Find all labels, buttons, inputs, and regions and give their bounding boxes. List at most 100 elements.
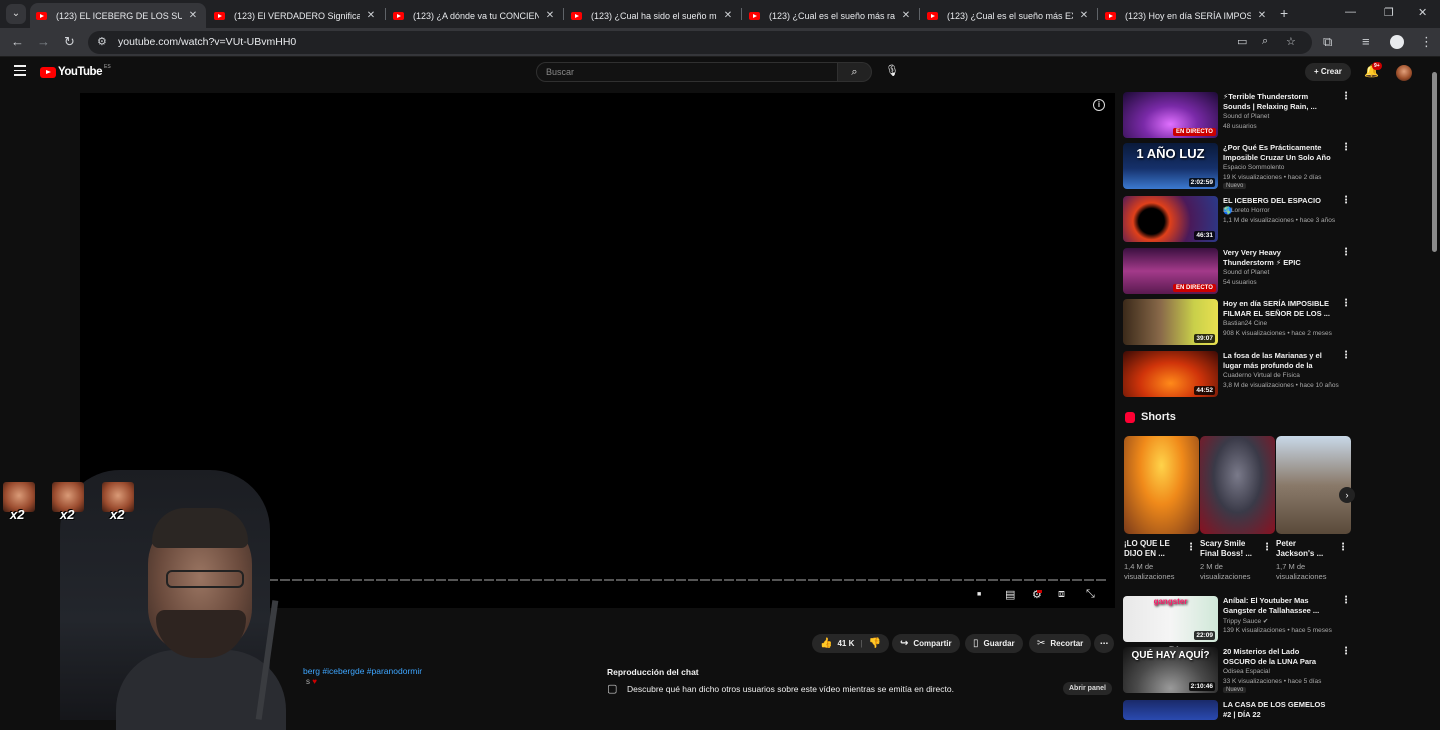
restore-icon[interactable]: ❐	[1384, 6, 1394, 19]
tab-close-icon[interactable]: ✕	[186, 10, 200, 21]
share-button[interactable]: ↪ Compartir	[892, 634, 960, 653]
tab-conciencia[interactable]: (123) ¿A dónde va tu CONCIEN ✕	[387, 3, 563, 28]
search-button[interactable]: ⌕	[838, 62, 872, 82]
short-title[interactable]: Peter Jackson's ...	[1276, 539, 1336, 559]
video-title[interactable]: Hoy en día SERÍA IMPOSIBLE FILMAR EL SEÑ…	[1223, 299, 1331, 319]
recommendation-item[interactable]: LA CASA DE LOS GEMELOS #2 | DÍA 22	[1123, 700, 1338, 720]
tab-close-icon[interactable]: ✕	[721, 10, 735, 21]
miniplayer-icon[interactable]: ⧈	[1058, 588, 1065, 601]
shorts-next-chevron-icon[interactable]: ›	[1339, 487, 1355, 503]
window-close-icon[interactable]: ✕	[1418, 6, 1427, 19]
tab-close-icon[interactable]: ✕	[1255, 10, 1269, 21]
tab-sueno-ex[interactable]: (123) ¿Cual es el sueño más EX ✕	[921, 3, 1097, 28]
save-button[interactable]: ▯ Guardar	[965, 634, 1023, 653]
recommendation-item[interactable]: gangster 22:09 Aníbal: El Youtuber Mas G…	[1123, 596, 1351, 644]
url-text[interactable]: youtube.com/watch?v=VUt-UBvmHH0	[118, 36, 296, 48]
more-options-icon[interactable]: ⋮	[1341, 196, 1351, 206]
browser-menu-icon[interactable]: ⋮	[1420, 34, 1433, 50]
tab-sueno-m[interactable]: (123) ¿Cual ha sido el sueño m ✕	[565, 3, 741, 28]
channel-name[interactable]: Odisea Espacial	[1223, 668, 1270, 675]
cast-icon[interactable]: ▭	[1237, 35, 1247, 48]
new-badge: Nuevo	[1223, 183, 1247, 189]
search-input[interactable]: Buscar	[536, 62, 838, 82]
clip-button[interactable]: ✂ Recortar	[1029, 634, 1092, 653]
fullscreen-icon[interactable]: ⤡	[1086, 588, 1095, 601]
channel-name[interactable]: Trippy Sauce ✔	[1223, 617, 1268, 625]
video-thumbnail[interactable]	[1123, 700, 1218, 720]
more-options-icon[interactable]: ⋮	[1341, 248, 1351, 258]
short-thumbnail[interactable]	[1124, 436, 1199, 534]
video-title[interactable]: Aníbal: El Youtuber Mas Gangster de Tall…	[1223, 596, 1331, 616]
tab-close-icon[interactable]: ✕	[1077, 10, 1091, 21]
new-tab-plus-icon[interactable]: +	[1280, 5, 1288, 21]
recommendation-item[interactable]: EN DIRECTO ⚡Terrible Thunderstorm Sounds…	[1123, 92, 1351, 140]
forward-arrow-icon[interactable]: →	[37, 34, 50, 49]
video-title[interactable]: LA CASA DE LOS GEMELOS #2 | DÍA 22	[1223, 700, 1331, 720]
recommendation-item[interactable]: EN DIRECTO Very Very Heavy Thunderstorm …	[1123, 248, 1351, 296]
channel-name[interactable]: Sound of Planet	[1223, 113, 1269, 120]
profile-icon[interactable]	[1390, 35, 1404, 49]
more-options-icon[interactable]: ⋮	[1262, 542, 1272, 553]
tab-sueno-raro[interactable]: (123) ¿Cual es el sueño más rar ✕	[743, 3, 919, 28]
extensions-puzzle-icon[interactable]: ⧉	[1323, 34, 1332, 50]
short-thumbnail[interactable]	[1200, 436, 1275, 534]
subtitles-icon[interactable]: ▤	[1005, 588, 1015, 601]
recommendation-item[interactable]: QUÉ HAY AQUÍ? 2:10:46 20 Misterios del L…	[1123, 647, 1351, 695]
zoom-icon[interactable]: ⌕	[1262, 35, 1268, 48]
description-hashtags[interactable]: berg #icebergde #paranodormir	[303, 666, 422, 676]
more-options-icon[interactable]: ⋮	[1341, 92, 1351, 102]
progress-bar[interactable]	[268, 579, 1108, 581]
more-actions-button[interactable]: ⋯	[1094, 634, 1114, 653]
page-scrollbar[interactable]	[1430, 62, 1438, 720]
channel-name[interactable]: Espacio Sommolento	[1223, 164, 1284, 171]
info-icon[interactable]: i	[1093, 99, 1105, 111]
more-options-icon[interactable]: ⋮	[1186, 542, 1196, 553]
minimize-icon[interactable]: —	[1345, 6, 1356, 18]
reload-icon[interactable]: ↻	[64, 34, 75, 50]
address-bar[interactable]: ⚙ youtube.com/watch?v=VUt-UBvmHH0 ▭ ⌕ ☆	[88, 31, 1312, 54]
video-title[interactable]: Very Very Heavy Thunderstorm ⚡ EPIC THUN…	[1223, 248, 1331, 269]
tab-seria-imposible[interactable]: (123) Hoy en día SERÍA IMPOSI ✕	[1099, 3, 1275, 28]
more-options-icon[interactable]: ⋮	[1341, 351, 1351, 361]
short-title[interactable]: Scary Smile Final Boss! ...	[1200, 539, 1260, 559]
open-chat-panel-button[interactable]: Abrir panel	[1063, 682, 1112, 695]
channel-name[interactable]: Bastian24 Cine	[1223, 320, 1267, 327]
tab-close-icon[interactable]: ✕	[899, 10, 913, 21]
youtube-logo[interactable]: YouTube ES	[40, 64, 111, 78]
back-arrow-icon[interactable]: ←	[11, 34, 24, 49]
video-title[interactable]: La fosa de las Marianas y el lugar más p…	[1223, 351, 1331, 372]
voice-search-mic-icon[interactable]: 🎙	[885, 64, 899, 77]
video-title[interactable]: 20 Misterios del Lado OSCURO de la LUNA …	[1223, 647, 1331, 668]
tab-search-chevron-icon[interactable]: ⌄	[6, 4, 26, 24]
more-options-icon[interactable]: ⋮	[1341, 596, 1351, 606]
thumbs-down-icon[interactable]: 👎	[869, 638, 881, 649]
channel-name[interactable]: Di Loreto Horror	[1223, 207, 1270, 214]
more-options-icon[interactable]: ⋮	[1341, 647, 1351, 657]
recommendation-item[interactable]: 1 AÑO LUZ 2:02:59 ¿Por Qué Es Prácticame…	[1123, 143, 1351, 191]
tab-close-icon[interactable]: ✕	[543, 10, 557, 21]
scrollbar-thumb[interactable]	[1432, 72, 1437, 252]
channel-name[interactable]: Cuaderno Virtual de Física	[1223, 372, 1300, 379]
video-title[interactable]: ¿Por Qué Es Prácticamente Imposible Cruz…	[1223, 143, 1331, 164]
tab-verdadero-significado[interactable]: (123) El VERDADERO Significad ✕	[208, 3, 384, 28]
autoplay-dot-icon[interactable]: ■	[977, 591, 981, 598]
site-settings-icon[interactable]: ⚙	[97, 35, 107, 48]
more-options-icon[interactable]: ⋮	[1338, 542, 1348, 553]
video-title[interactable]: ⚡Terrible Thunderstorm Sounds | Relaxing…	[1223, 92, 1331, 112]
bookmark-star-icon[interactable]: ☆	[1286, 35, 1296, 48]
tab-close-icon[interactable]: ✕	[364, 10, 378, 21]
short-title[interactable]: ¡LO QUE LE DIJO EN ...	[1124, 539, 1184, 559]
account-avatar[interactable]	[1396, 65, 1412, 81]
create-button[interactable]: + Crear	[1305, 63, 1351, 81]
more-options-icon[interactable]: ⋮	[1341, 143, 1351, 153]
recommendation-item[interactable]: 46:31 EL ICEBERG DEL ESPACIO 🌎 Di Loreto…	[1123, 196, 1351, 244]
short-thumbnail[interactable]	[1276, 436, 1351, 534]
reading-list-icon[interactable]: ≡	[1362, 34, 1370, 49]
more-options-icon[interactable]: ⋮	[1341, 299, 1351, 309]
channel-name[interactable]: Sound of Planet	[1223, 269, 1269, 276]
recommendation-item[interactable]: 39:07 Hoy en día SERÍA IMPOSIBLE FILMAR …	[1123, 299, 1351, 347]
tab-iceberg-suenos[interactable]: (123) EL ICEBERG DE LOS SUEÑ ✕	[30, 3, 206, 28]
like-button[interactable]: 👍 41 K | 👎	[812, 634, 890, 653]
recommendation-item[interactable]: 44:52 La fosa de las Marianas y el lugar…	[1123, 351, 1351, 399]
guide-menu-icon[interactable]	[14, 65, 26, 79]
